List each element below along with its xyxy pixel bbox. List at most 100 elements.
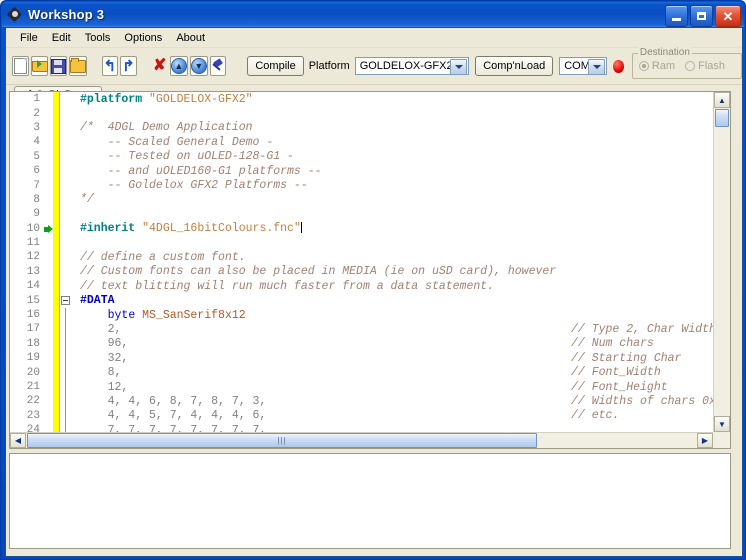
previous-bookmark-button[interactable]: ▲ xyxy=(169,56,188,76)
line-marker-cell[interactable] xyxy=(44,265,53,279)
fold-column[interactable] xyxy=(60,265,74,279)
chevron-down-icon[interactable] xyxy=(450,59,468,75)
code-line[interactable]: 10 #inherit "4DGL_16bitColours.fnc" xyxy=(10,221,713,236)
code-line[interactable]: 4 -- Scaled General Demo - xyxy=(10,135,713,150)
scroll-up-button[interactable]: ▲ xyxy=(714,92,730,108)
code-line[interactable]: 15 #DATA xyxy=(10,293,713,308)
code-line[interactable]: 12 // define a custom font. xyxy=(10,250,713,265)
output-panel[interactable] xyxy=(9,453,731,549)
line-marker-cell[interactable] xyxy=(44,106,53,120)
code-line[interactable]: 7 -- Goldelox GFX2 Platforms -- xyxy=(10,178,713,193)
line-marker-cell[interactable] xyxy=(44,394,53,408)
line-marker-cell[interactable] xyxy=(44,279,53,293)
maximize-button[interactable] xyxy=(690,5,713,27)
code-line[interactable]: 21 12, // Font_Height xyxy=(10,379,713,395)
fold-column[interactable] xyxy=(60,279,74,293)
fold-column[interactable] xyxy=(60,164,74,178)
fold-column[interactable] xyxy=(60,379,74,395)
line-marker-cell[interactable] xyxy=(44,250,53,264)
fold-column[interactable] xyxy=(60,222,74,236)
platform-select[interactable]: GOLDELOX-GFX2 xyxy=(354,57,470,75)
scroll-down-button[interactable]: ▼ xyxy=(714,416,730,432)
open-file-button[interactable] xyxy=(30,56,48,76)
line-marker-cell[interactable] xyxy=(44,150,53,164)
code-line[interactable]: 16 byte MS_SanSerif8x12 xyxy=(10,307,713,323)
fold-column[interactable] xyxy=(60,121,74,135)
compile-button[interactable]: Compile xyxy=(247,56,304,76)
line-marker-cell[interactable] xyxy=(44,423,53,432)
save-file-button[interactable] xyxy=(49,56,67,76)
port-select[interactable]: COM 3 xyxy=(559,57,608,75)
fold-column[interactable] xyxy=(60,250,74,264)
fold-column[interactable] xyxy=(60,193,74,207)
new-file-button[interactable] xyxy=(12,56,29,76)
scroll-left-button[interactable]: ◀ xyxy=(10,433,26,448)
line-marker-cell[interactable] xyxy=(44,164,53,178)
destination-ram-radio[interactable]: Ram xyxy=(638,60,675,72)
line-marker-cell[interactable] xyxy=(44,92,53,106)
fold-column[interactable] xyxy=(60,92,74,106)
line-marker-cell[interactable] xyxy=(44,236,53,250)
fold-column[interactable] xyxy=(60,293,74,307)
toggle-bookmark-button[interactable] xyxy=(209,56,227,76)
line-marker-cell[interactable] xyxy=(44,178,53,192)
folder-button[interactable] xyxy=(68,56,87,76)
code-line[interactable]: 5 -- Tested on uOLED-128-G1 - xyxy=(10,149,713,164)
menu-edit[interactable]: Edit xyxy=(46,30,79,46)
next-bookmark-button[interactable]: ▼ xyxy=(189,56,208,76)
line-marker-cell[interactable] xyxy=(44,337,53,351)
code-line[interactable]: 11 xyxy=(10,235,713,251)
fold-column[interactable] xyxy=(60,307,74,323)
code-line[interactable]: 13 // Custom fonts can also be placed in … xyxy=(10,264,713,280)
code-line[interactable]: 2 xyxy=(10,106,713,121)
scroll-right-button[interactable]: ▶ xyxy=(697,433,713,448)
fold-column[interactable] xyxy=(60,236,74,250)
line-marker-cell[interactable] xyxy=(44,222,53,236)
line-marker-cell[interactable] xyxy=(44,207,53,221)
menu-options[interactable]: Options xyxy=(118,30,170,46)
undo-button[interactable]: ↰ xyxy=(101,56,119,76)
line-marker-cell[interactable] xyxy=(44,193,53,207)
chevron-down-icon-port[interactable] xyxy=(588,59,606,75)
menu-about[interactable]: About xyxy=(170,30,213,46)
line-marker-cell[interactable] xyxy=(44,308,53,322)
code-line[interactable]: 20 8, // Font_Width xyxy=(10,365,713,380)
code-line[interactable]: 9 xyxy=(10,207,713,222)
fold-column[interactable] xyxy=(60,408,74,423)
fold-column[interactable] xyxy=(60,322,74,337)
code-line[interactable]: 18 96, // Num chars xyxy=(10,336,713,352)
code-line[interactable]: 19 32, // Starting Char xyxy=(10,351,713,366)
line-marker-cell[interactable] xyxy=(44,409,53,423)
line-marker-cell[interactable] xyxy=(44,365,53,379)
fold-column[interactable] xyxy=(60,336,74,352)
clear-bookmarks-button[interactable]: ✘ xyxy=(152,56,168,76)
code-line[interactable]: 22 4, 4, 6, 8, 7, 8, 7, 3, // Widths of c… xyxy=(10,394,713,409)
code-line[interactable]: 24 7, 7, 7, 7, 7, 7, 7, 7, xyxy=(10,422,713,432)
line-marker-cell[interactable] xyxy=(44,135,53,149)
fold-column[interactable] xyxy=(60,150,74,164)
line-marker-cell[interactable] xyxy=(44,121,53,135)
fold-column[interactable] xyxy=(60,207,74,221)
code-line[interactable]: 3 /* 4DGL Demo Application xyxy=(10,120,713,136)
menu-tools[interactable]: Tools xyxy=(79,30,119,46)
menu-file[interactable]: File xyxy=(14,30,46,46)
close-button[interactable]: ✕ xyxy=(715,5,741,27)
horizontal-scroll-thumb[interactable]: ||| xyxy=(27,433,537,448)
line-marker-cell[interactable] xyxy=(44,351,53,365)
code-line[interactable]: 8 */ xyxy=(10,192,713,208)
fold-column[interactable] xyxy=(60,422,74,432)
fold-column[interactable] xyxy=(60,178,74,192)
line-marker-cell[interactable] xyxy=(44,322,53,336)
editor-vertical-scrollbar[interactable]: ▲ ▼ xyxy=(713,92,730,432)
fold-column[interactable] xyxy=(60,394,74,409)
destination-flash-radio[interactable]: Flash xyxy=(685,60,725,72)
fold-column[interactable] xyxy=(60,135,74,149)
code-line[interactable]: 6 -- and uOLED160-G1 platforms -- xyxy=(10,163,713,179)
code-line[interactable]: 14 // text blitting will run much faster … xyxy=(10,279,713,294)
vertical-scroll-thumb[interactable] xyxy=(715,109,729,127)
fold-column[interactable] xyxy=(60,365,74,380)
code-line[interactable]: 23 4, 4, 5, 7, 4, 4, 4, 6, // etc. xyxy=(10,408,713,423)
code-line[interactable]: 1 #platform "GOLDELOX-GFX2" xyxy=(10,92,713,107)
line-marker-cell[interactable] xyxy=(44,293,53,307)
minimize-button[interactable] xyxy=(665,5,688,27)
